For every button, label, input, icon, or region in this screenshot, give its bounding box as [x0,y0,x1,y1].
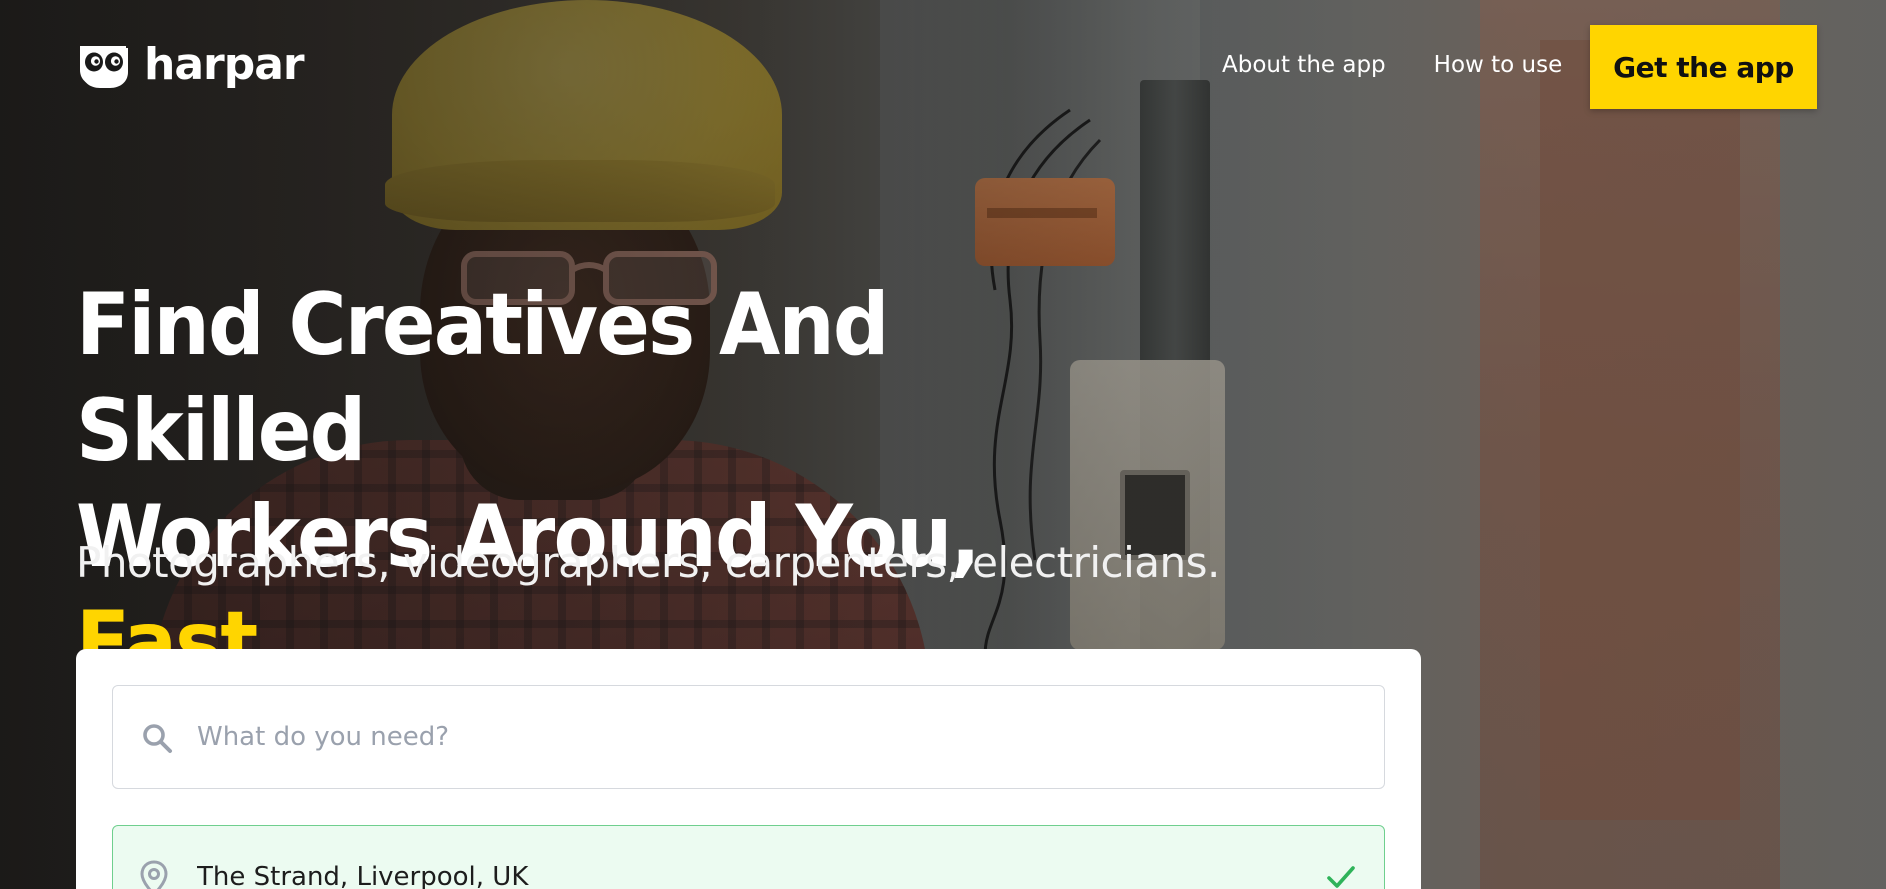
map-pin-icon [140,860,168,889]
nav-link-about-the-app[interactable]: About the app [1222,52,1386,78]
get-the-app-button[interactable]: Get the app [1590,25,1817,109]
search-input[interactable] [197,686,1357,788]
top-navigation: About the app How to use [1222,52,1562,78]
hero-headline-line-1: Find Creatives And Skilled [76,275,890,481]
check-icon [1327,866,1355,888]
location-input[interactable] [197,826,1297,889]
hero-subheadline: Photographers, videographers, carpenters… [76,538,1220,587]
search-icon [143,724,172,753]
search-field[interactable] [112,685,1385,789]
harpar-eyes-logo-icon [80,46,128,88]
brand-name: harpar [144,39,305,90]
nav-link-how-to-use[interactable]: How to use [1434,52,1563,78]
brand-logo-link[interactable]: harpar [76,39,305,90]
location-field[interactable] [112,825,1385,889]
search-card [76,649,1421,889]
hero-headline: Find Creatives And Skilled Workers Aroun… [76,272,1088,696]
